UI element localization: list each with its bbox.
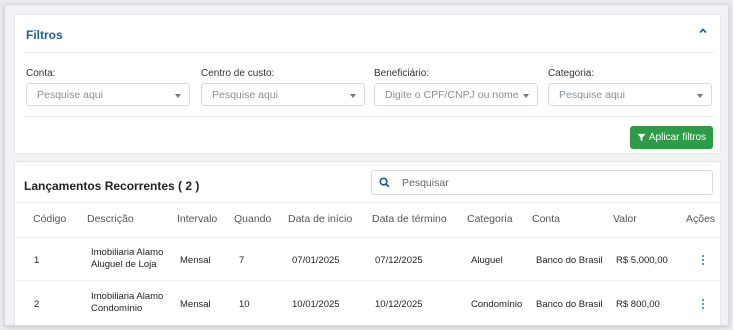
data-termino-cell: 07/12/2025 bbox=[375, 255, 423, 266]
kebab-menu-icon[interactable] bbox=[698, 297, 708, 311]
divider bbox=[24, 116, 714, 117]
column-header: Descrição bbox=[87, 213, 134, 225]
centro-custo-placeholder: Pesquise aqui bbox=[212, 89, 278, 101]
apply-filters-button[interactable]: Aplicar filtros bbox=[630, 126, 713, 149]
beneficiario-placeholder: Digite o CPF/CNPJ ou nome bbox=[385, 89, 519, 101]
column-header: Data de início bbox=[288, 213, 353, 225]
apply-filters-label: Aplicar filtros bbox=[648, 132, 707, 143]
caret-down-icon bbox=[697, 94, 703, 98]
valor-cell: R$ 5.000,00 bbox=[616, 255, 668, 266]
column-header: Quando bbox=[234, 213, 272, 225]
data-inicio-cell: 10/01/2025 bbox=[292, 299, 340, 310]
centro-custo-label: Centro de custo: bbox=[201, 68, 275, 79]
valor-cell: R$ 800,00 bbox=[616, 299, 660, 310]
caret-down-icon bbox=[523, 94, 529, 98]
caret-down-icon bbox=[175, 94, 181, 98]
data-inicio-cell: 07/01/2025 bbox=[292, 255, 340, 266]
beneficiario-select[interactable]: Digite o CPF/CNPJ ou nome bbox=[374, 83, 538, 106]
codigo-cell: 1 bbox=[34, 255, 40, 266]
column-header: Intervalo bbox=[177, 213, 218, 225]
search-icon bbox=[372, 171, 396, 194]
caret-down-icon bbox=[350, 94, 356, 98]
column-header: Ações bbox=[686, 213, 716, 225]
kebab-menu-icon[interactable] bbox=[698, 253, 708, 267]
codigo-cell: 2 bbox=[34, 299, 40, 310]
descricao-line-2: Condomínio bbox=[91, 303, 143, 314]
descricao-cell: Imobiliaria Alamo Condomínio bbox=[91, 291, 163, 315]
beneficiario-label: Beneficiário: bbox=[374, 68, 430, 79]
descricao-cell: Imobiliaria Alamo Aluguel de Loja bbox=[91, 247, 163, 271]
divider bbox=[15, 237, 722, 238]
divider bbox=[24, 52, 714, 53]
quando-cell: 10 bbox=[239, 299, 250, 310]
app-frame: Filtros Conta: Pesquise aqui Centro de c… bbox=[4, 4, 729, 326]
centro-custo-select[interactable]: Pesquise aqui bbox=[201, 83, 365, 106]
divider bbox=[15, 202, 722, 203]
conta-label: Conta: bbox=[26, 68, 56, 79]
search-input[interactable]: Pesquisar bbox=[371, 170, 713, 195]
column-header: Conta bbox=[532, 213, 561, 225]
descricao-line-1: Imobiliaria Alamo bbox=[91, 247, 164, 258]
descricao-line-1: Imobiliaria Alamo bbox=[91, 291, 164, 302]
chevron-up-icon[interactable] bbox=[696, 26, 710, 40]
categoria-placeholder: Pesquise aqui bbox=[559, 89, 625, 101]
categoria-label: Categoria: bbox=[548, 68, 595, 79]
filters-panel: Filtros Conta: Pesquise aqui Centro de c… bbox=[14, 14, 721, 154]
column-header: Categoria bbox=[467, 213, 513, 225]
conta-placeholder: Pesquise aqui bbox=[37, 89, 103, 101]
categoria-cell: Aluguel bbox=[471, 255, 503, 266]
conta-select[interactable]: Pesquise aqui bbox=[26, 83, 190, 106]
table-title: Lançamentos Recorrentes ( 2 ) bbox=[24, 179, 200, 193]
funnel-icon bbox=[637, 133, 646, 142]
intervalo-cell: Mensal bbox=[180, 299, 211, 310]
quando-cell: 7 bbox=[239, 255, 245, 266]
conta-cell: Banco do Brasil bbox=[536, 255, 603, 266]
column-header: Código bbox=[33, 213, 67, 225]
categoria-cell: Condomínio bbox=[471, 299, 523, 310]
categoria-select[interactable]: Pesquise aqui bbox=[548, 83, 712, 106]
divider bbox=[15, 280, 722, 281]
recurring-entries-panel: Lançamentos Recorrentes ( 2 ) Pesquisar … bbox=[14, 161, 722, 325]
search-placeholder: Pesquisar bbox=[402, 177, 449, 189]
column-header: Data de término bbox=[372, 213, 447, 225]
column-header: Valor bbox=[613, 213, 637, 225]
data-termino-cell: 10/12/2025 bbox=[375, 299, 423, 310]
descricao-line-2: Aluguel de Loja bbox=[91, 259, 157, 270]
filters-title: Filtros bbox=[26, 28, 63, 42]
conta-cell: Banco do Brasil bbox=[536, 299, 603, 310]
intervalo-cell: Mensal bbox=[180, 255, 211, 266]
